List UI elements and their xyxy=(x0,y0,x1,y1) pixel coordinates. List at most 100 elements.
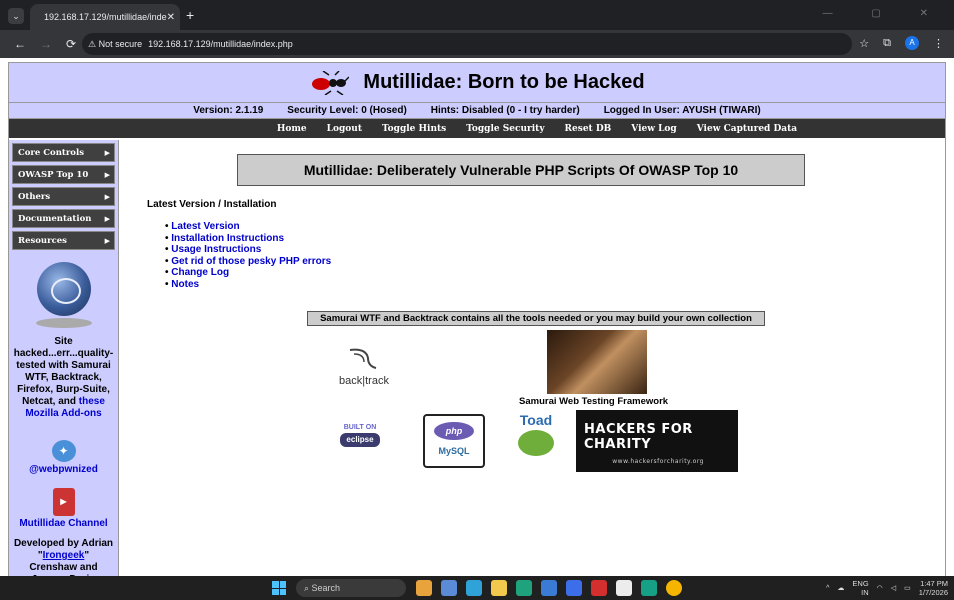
latest-version-link[interactable]: Latest Version xyxy=(171,221,239,232)
twitter-bird-icon[interactable]: ✦ xyxy=(51,440,76,462)
not-secure-badge[interactable]: ⚠ Not secure xyxy=(88,39,142,50)
mutillidae-frame: Mutillidae: Born to be Hacked Version: 2… xyxy=(8,62,946,576)
reload-icon[interactable]: ⟳ xyxy=(66,37,76,51)
backtrack-dragon-icon xyxy=(349,348,377,369)
profile-avatar[interactable]: A xyxy=(905,36,919,50)
hackers-for-charity-logo[interactable]: HACKERS FOR CHARITY www.hackersforcharit… xyxy=(576,410,738,472)
sidebar-item-label: Resources xyxy=(18,235,67,246)
widgets-icon[interactable] xyxy=(416,580,432,596)
terminal-icon[interactable] xyxy=(641,580,657,596)
chrome-icon[interactable] xyxy=(666,580,682,596)
list-item: Usage Instructions xyxy=(165,244,331,256)
battery-icon[interactable]: ▭ xyxy=(904,584,911,592)
sidebar: Core Controls ▶ OWASP Top 10 ▶ Others ▶ Doc… xyxy=(9,140,119,576)
file-explorer-icon[interactable] xyxy=(491,580,507,596)
php-label: php xyxy=(434,422,474,440)
list-item: Get rid of those pesky PHP errors xyxy=(165,256,331,268)
tray-overflow-icon[interactable]: ^ xyxy=(826,585,829,592)
window-controls[interactable]: — ▢ ✕ xyxy=(823,8,946,19)
eclipse-top-label: BUILT ON xyxy=(343,424,377,431)
clock[interactable]: 1:47 PM 1/7/2026 xyxy=(919,579,948,597)
ant-logo-icon xyxy=(312,70,350,95)
bookmark-star-icon[interactable]: ☆ xyxy=(859,37,869,50)
eclipse-label: eclipse xyxy=(340,433,380,447)
php-errors-link[interactable]: Get rid of those pesky PHP errors xyxy=(171,256,331,267)
language-indicator[interactable]: ENG IN xyxy=(852,579,868,597)
site-header: Mutillidae: Born to be Hacked xyxy=(9,63,945,103)
usage-instructions-link[interactable]: Usage Instructions xyxy=(171,244,261,255)
eclipse-logo[interactable]: BUILT ON eclipse xyxy=(329,410,391,468)
owasp-logo-icon[interactable] xyxy=(36,262,91,316)
samurai-wtf-label: Samurai Web Testing Framework xyxy=(519,396,669,407)
wifi-icon[interactable]: ◠ xyxy=(877,584,883,592)
browser-tab[interactable]: 192.168.17.129/mutillidae/inde ✕ xyxy=(30,4,180,30)
security-level-text: Security Level: 0 (Hosed) xyxy=(287,105,407,116)
submenu-arrow-icon: ▶ xyxy=(104,148,110,157)
task-view-icon[interactable] xyxy=(441,580,457,596)
browser-menu-icon[interactable]: ⋮ xyxy=(933,37,944,50)
twitter-handle-link[interactable]: @webpwnized xyxy=(29,464,98,475)
tab-title: 192.168.17.129/mutillidae/inde xyxy=(44,12,167,22)
language-label: ENG xyxy=(852,579,869,588)
sidebar-item-documentation[interactable]: Documentation ▶ xyxy=(12,209,115,228)
developers-text: Developed by Adrian "Irongeek" Crenshaw … xyxy=(9,538,118,576)
youtube-channel-link[interactable]: Mutillidae Channel xyxy=(19,518,107,529)
php-mysql-logo[interactable]: php MySQL xyxy=(423,414,485,468)
windows-start-icon[interactable] xyxy=(272,581,286,595)
volume-icon[interactable]: ◁ xyxy=(891,584,896,592)
sidebar-item-label: Core Controls xyxy=(18,147,84,158)
samurai-wtf-image[interactable] xyxy=(547,330,647,394)
installation-instructions-link[interactable]: Installation Instructions xyxy=(171,233,284,244)
list-item: Notes xyxy=(165,279,331,291)
close-tab-icon[interactable]: ✕ xyxy=(167,12,175,23)
url-text[interactable]: 192.168.17.129/mutillidae/index.php xyxy=(148,39,293,49)
taskbar-search[interactable]: ⌕ Search xyxy=(296,579,406,597)
chatgpt-icon[interactable] xyxy=(616,580,632,596)
latest-version-heading: Latest Version / Installation xyxy=(147,199,277,210)
change-log-link[interactable]: Change Log xyxy=(171,267,229,278)
copilot-icon[interactable] xyxy=(466,580,482,596)
sidebar-item-resources[interactable]: Resources ▶ xyxy=(12,231,115,250)
irongeek-link[interactable]: Irongeek xyxy=(43,550,85,561)
time-label: 1:47 PM xyxy=(920,579,948,588)
page-viewport: Mutillidae: Born to be Hacked Version: 2… xyxy=(0,58,954,576)
menu-view-log[interactable]: View Log xyxy=(631,124,676,134)
menu-view-captured-data[interactable]: View Captured Data xyxy=(697,124,797,134)
store-icon[interactable] xyxy=(541,580,557,596)
tray-app-icon[interactable]: ☁ xyxy=(837,584,844,592)
new-tab-button[interactable]: + xyxy=(186,7,194,23)
menu-toggle-hints[interactable]: Toggle Hints xyxy=(382,124,446,134)
toad-logo[interactable]: Toad xyxy=(511,412,561,466)
mysql-label: MySQL xyxy=(438,446,470,456)
region-label: IN xyxy=(861,588,869,597)
sidebar-item-owasp-top-10[interactable]: OWASP Top 10 ▶ xyxy=(12,165,115,184)
tab-search-icon[interactable]: ⌄ xyxy=(8,8,24,24)
site-title: Mutillidae: Born to be Hacked xyxy=(363,71,645,93)
list-item: Latest Version xyxy=(165,221,331,233)
edge-icon[interactable] xyxy=(516,580,532,596)
menu-toggle-security[interactable]: Toggle Security xyxy=(466,124,544,134)
menu-reset-db[interactable]: Reset DB xyxy=(565,124,612,134)
notes-link[interactable]: Notes xyxy=(171,279,199,290)
sidebar-item-core-controls[interactable]: Core Controls ▶ xyxy=(12,143,115,162)
menu-home[interactable]: Home xyxy=(277,124,307,134)
logged-in-user-text: Logged In User: AYUSH (TIWARI) xyxy=(603,105,761,116)
submenu-arrow-icon: ▶ xyxy=(104,192,110,201)
sidebar-item-label: Others xyxy=(18,191,51,202)
main-content: Mutillidae: Deliberately Vulnerable PHP … xyxy=(127,140,939,570)
back-icon[interactable]: ← xyxy=(14,37,26,51)
extensions-icon[interactable]: ⧉ xyxy=(883,37,891,50)
tools-banner: Samurai WTF and Backtrack contains all t… xyxy=(307,311,765,326)
taskbar-search-label: Search xyxy=(311,583,341,593)
vscode-icon[interactable] xyxy=(566,580,582,596)
backtrack-logo[interactable]: back|track xyxy=(333,346,395,390)
system-tray: ^ ☁ ENG IN ◠ ◁ ▭ 1:47 PM 1/7/2026 xyxy=(826,579,948,597)
address-bar[interactable]: ⚠ Not secure 192.168.17.129/mutillidae/i… xyxy=(82,33,852,55)
mcafee-icon[interactable] xyxy=(591,580,607,596)
sidebar-item-others[interactable]: Others ▶ xyxy=(12,187,115,206)
youtube-icon[interactable]: ▶ xyxy=(52,488,75,516)
forward-icon[interactable]: → xyxy=(40,37,52,51)
installation-links: Latest Version Installation Instructions… xyxy=(165,221,331,290)
menu-logout[interactable]: Logout xyxy=(327,124,362,134)
logo-shadow xyxy=(35,318,92,328)
